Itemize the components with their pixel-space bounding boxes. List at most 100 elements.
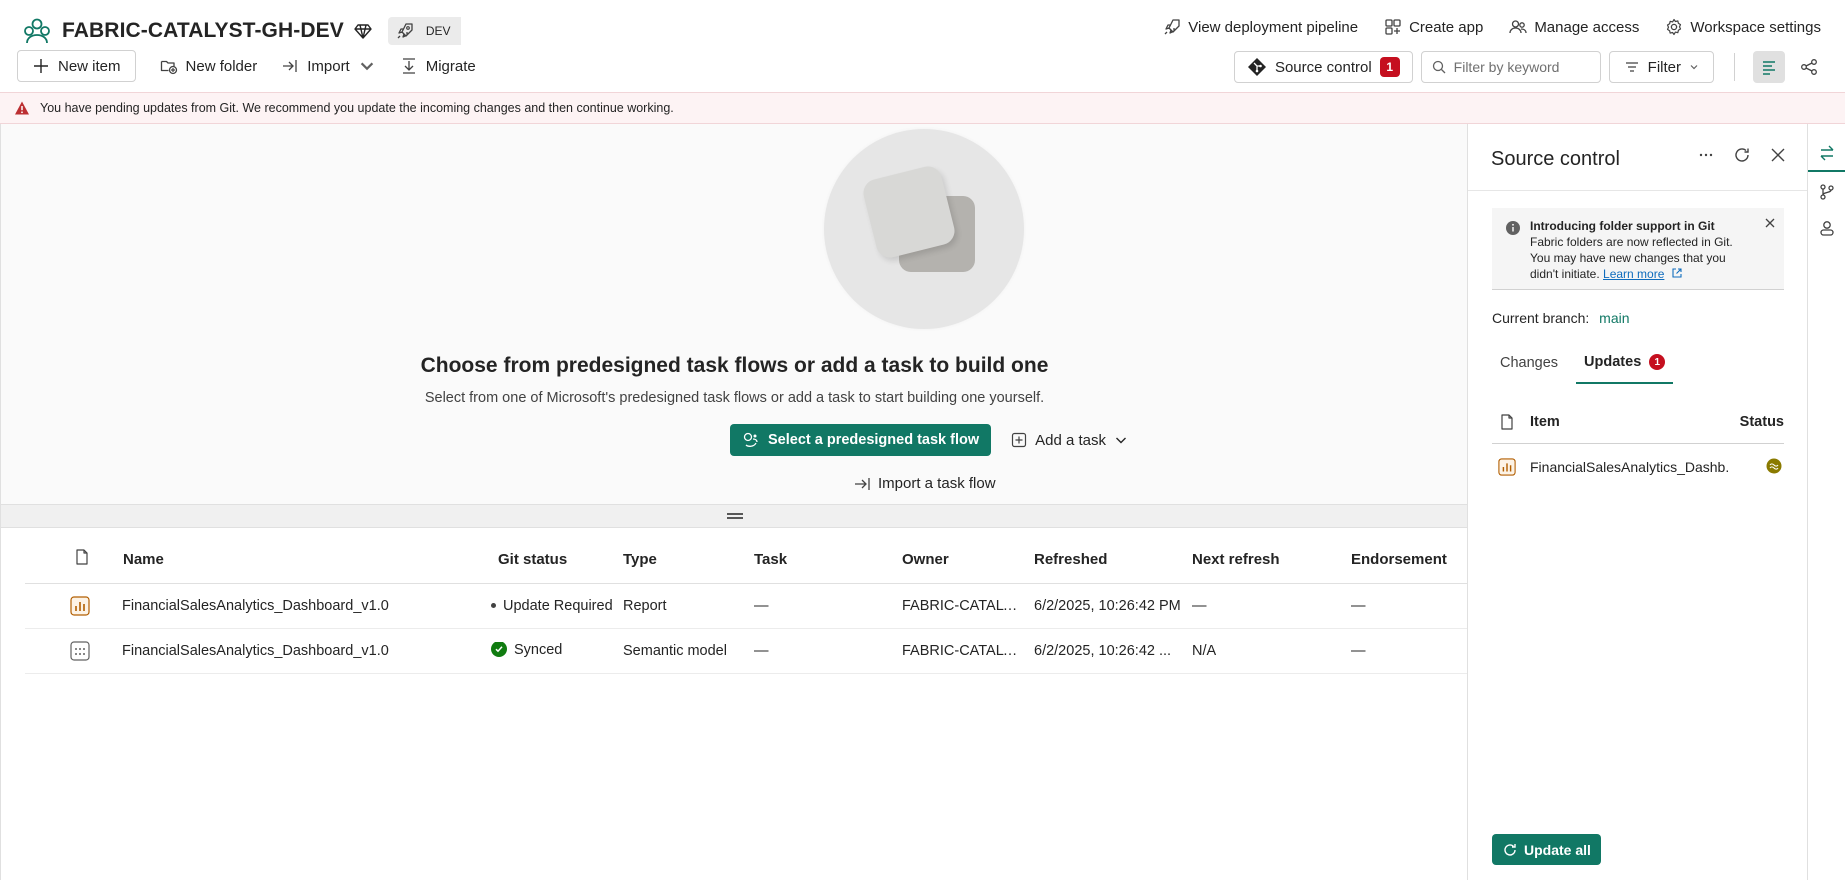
add-task-button[interactable]: Add a task — [1011, 432, 1128, 449]
toolbar-divider — [1734, 53, 1735, 81]
add-square-icon — [1012, 432, 1027, 448]
current-branch: Current branch: main — [1492, 310, 1630, 326]
premium-diamond-icon — [354, 24, 372, 39]
filter-keyword-input[interactable] — [1453, 59, 1594, 75]
import-arrow-icon — [283, 60, 297, 72]
col-endorsement[interactable]: Endorsement — [1351, 551, 1447, 568]
info-title: Introducing folder support in Git — [1530, 219, 1715, 233]
col-task[interactable]: Task — [754, 551, 787, 568]
warning-icon — [15, 101, 29, 115]
row-endorsement: — — [1351, 598, 1366, 614]
learn-more-link[interactable]: Learn more — [1603, 267, 1664, 281]
row-task: — — [754, 643, 769, 659]
refresh-icon — [1504, 843, 1516, 856]
panel-divider — [1468, 190, 1808, 191]
tab-changes[interactable]: Changes — [1492, 342, 1566, 384]
row-type: Report — [623, 598, 667, 614]
workspace-settings-label: Workspace settings — [1690, 18, 1821, 36]
rail-account-button[interactable] — [1808, 210, 1845, 246]
hero-actions: Select a predesigned task flow Add a tas… — [730, 424, 1128, 456]
rail-branch-button[interactable] — [1808, 174, 1845, 210]
banner-message: You have pending updates from Git. We re… — [40, 101, 674, 115]
create-app-label: Create app — [1409, 18, 1484, 36]
col-refreshed[interactable]: Refreshed — [1034, 551, 1107, 568]
view-deployment-pipeline-button[interactable]: View deployment pipeline — [1163, 18, 1358, 36]
filter-button[interactable]: Filter — [1608, 51, 1714, 83]
list-view-button[interactable] — [1753, 51, 1785, 83]
stage-label: DEV — [421, 17, 461, 45]
row-name[interactable]: FinancialSalesAnalytics_Dashboard_v1.0 — [122, 643, 482, 659]
update-all-button[interactable]: Update all — [1492, 834, 1601, 865]
manage-access-button[interactable]: Manage access — [1509, 18, 1639, 36]
panel-col-item[interactable]: Item — [1530, 414, 1560, 430]
panel-title: Source control — [1491, 148, 1620, 170]
pending-updates-banner: You have pending updates from Git. We re… — [0, 92, 1845, 124]
more-horizontal-icon — [1699, 153, 1713, 157]
panel-item-row[interactable]: FinancialSalesAnalytics_Dashb... — [1492, 445, 1784, 489]
col-next-refresh[interactable]: Next refresh — [1192, 551, 1280, 568]
lineage-view-button[interactable] — [1793, 51, 1825, 83]
git-diamond-icon — [1247, 58, 1266, 76]
tab-changes-label: Changes — [1500, 355, 1559, 371]
workspace-settings-button[interactable]: Workspace settings — [1665, 18, 1821, 36]
import-button[interactable]: Import — [269, 50, 388, 82]
swap-arrows-icon — [1820, 145, 1834, 161]
manage-access-label: Manage access — [1534, 18, 1640, 36]
deployment-stage-tag[interactable]: DEV — [387, 17, 461, 45]
update-required-dot — [491, 602, 496, 608]
workspace-header: FABRIC-CATALYST-GH-DEV DEV View deployme… — [0, 0, 1845, 92]
table-row[interactable]: FinancialSalesAnalytics_Dashboard_v1.0 U… — [25, 584, 1468, 629]
rail-source-control-button[interactable] — [1808, 136, 1845, 172]
import-task-flow-label: Import a task flow — [878, 475, 996, 492]
file-type-header-icon — [75, 549, 89, 569]
refresh-button[interactable] — [1733, 146, 1751, 167]
folder-support-info: Introducing folder support in Git Fabric… — [1492, 208, 1784, 290]
file-icon — [1501, 413, 1513, 430]
dismiss-info-button[interactable] — [1764, 217, 1776, 232]
items-table: Name Git status Type Task Owner Refreshe… — [25, 536, 1468, 674]
create-app-button[interactable]: Create app — [1384, 18, 1483, 36]
more-options-button[interactable] — [1697, 146, 1715, 167]
row-next-refresh: N/A — [1192, 643, 1217, 659]
resize-splitter[interactable] — [1, 504, 1468, 528]
new-folder-button[interactable]: New folder — [148, 50, 270, 82]
row-git-status-text: Update Required — [503, 598, 613, 614]
view-deployment-pipeline-label: View deployment pipeline — [1188, 18, 1359, 36]
row-git-status-text: Synced — [514, 642, 563, 658]
list-view-icon — [1763, 61, 1775, 75]
chevron-down-icon — [1690, 65, 1698, 70]
panel-col-status[interactable]: Status — [1740, 414, 1784, 430]
workspace-title: FABRIC-CATALYST-GH-DEV — [62, 19, 344, 42]
person-icon — [1820, 221, 1834, 236]
close-panel-button[interactable] — [1769, 146, 1787, 167]
refresh-icon — [1735, 148, 1749, 162]
new-item-button[interactable]: New item — [17, 50, 136, 82]
info-icon — [1506, 221, 1520, 235]
report-icon — [1498, 458, 1516, 476]
close-icon — [1771, 148, 1785, 162]
branch-value[interactable]: main — [1599, 310, 1629, 326]
plus-icon — [34, 59, 48, 73]
col-type[interactable]: Type — [623, 551, 657, 568]
col-git-status[interactable]: Git status — [498, 551, 567, 568]
source-control-label: Source control — [1274, 58, 1372, 76]
info-text: Introducing folder support in Git Fabric… — [1530, 218, 1770, 282]
row-refreshed: 6/2/2025, 10:26:42 PM — [1034, 598, 1181, 614]
branch-label: Current branch: — [1492, 310, 1590, 326]
panel-table-header: Item Status — [1492, 400, 1784, 444]
row-name[interactable]: FinancialSalesAnalytics_Dashboard_v1.0 — [122, 598, 482, 614]
update-all-label: Update all — [1524, 841, 1591, 858]
col-name[interactable]: Name — [123, 551, 164, 568]
open-external-icon — [1672, 268, 1682, 278]
tab-updates-label: Updates — [1584, 354, 1642, 370]
tab-updates[interactable]: Updates 1 — [1576, 342, 1674, 384]
col-owner[interactable]: Owner — [902, 551, 949, 568]
migrate-button[interactable]: Migrate — [388, 50, 488, 82]
select-task-flow-button[interactable]: Select a predesigned task flow — [730, 424, 992, 456]
incoming-update-status-icon — [1766, 458, 1782, 477]
source-control-button[interactable]: Source control 1 — [1233, 51, 1413, 83]
import-task-flow-button[interactable]: Import a task flow — [854, 475, 996, 492]
new-folder-label: New folder — [185, 57, 258, 75]
table-row[interactable]: FinancialSalesAnalytics_Dashboard_v1.0 S… — [25, 629, 1468, 674]
migrate-label: Migrate — [425, 57, 476, 75]
